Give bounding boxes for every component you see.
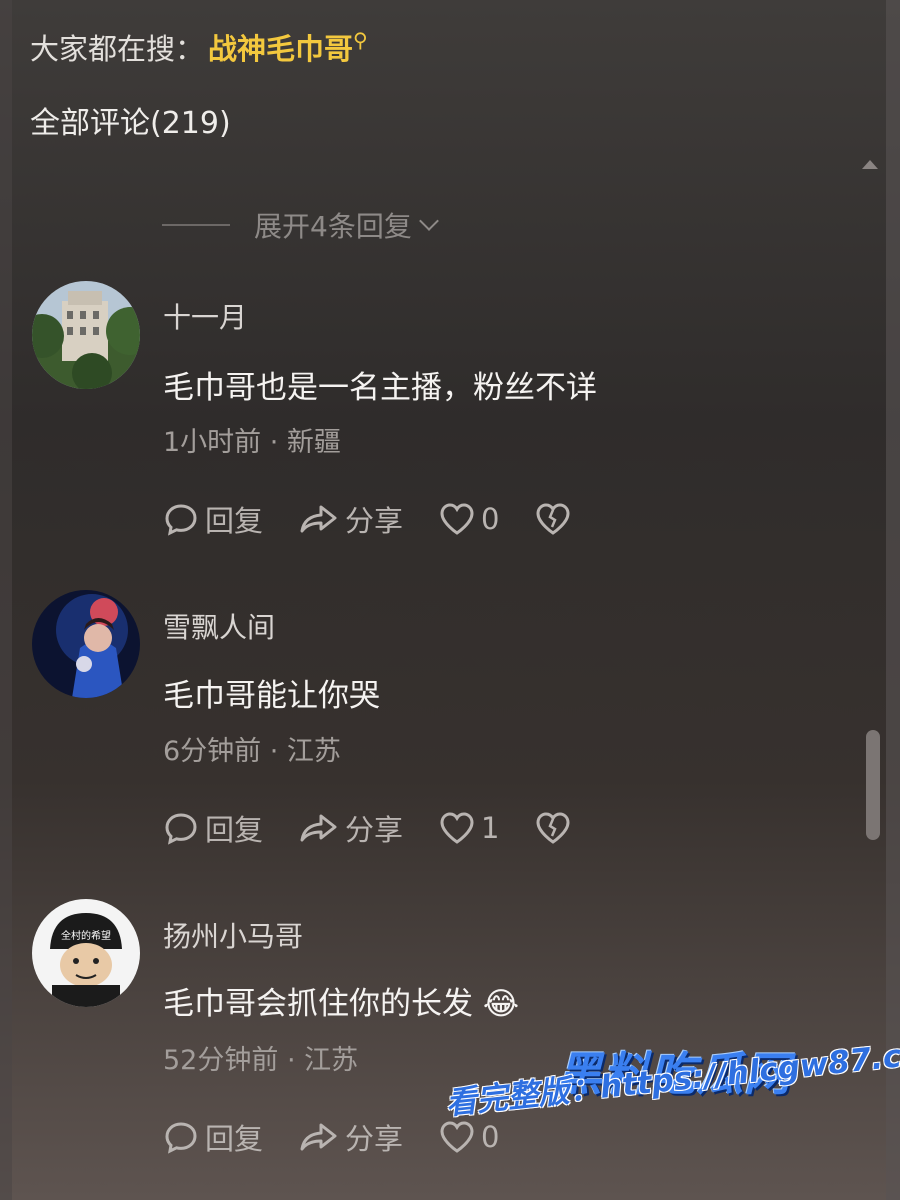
heart-icon — [440, 812, 474, 844]
scroll-up-arrow-icon[interactable] — [862, 160, 878, 169]
share-arrow-icon — [300, 1123, 337, 1151]
right-edge — [886, 0, 900, 1200]
reply-label: 回复 — [205, 1122, 264, 1156]
like-button[interactable]: 0 — [439, 1120, 499, 1154]
comment-meta: 1小时前 · 新疆 — [163, 427, 341, 458]
reply-button[interactable]: 回复 — [163, 498, 263, 540]
avatar[interactable] — [32, 590, 140, 698]
avatar-badge: 全村的希望 — [61, 929, 111, 942]
comment-actions: 回复 分享 0 — [163, 498, 613, 540]
share-button[interactable]: 分享 — [299, 807, 403, 849]
hot-search-keyword[interactable]: 战神毛巾哥 — [208, 32, 353, 66]
share-button[interactable]: 分享 — [299, 1116, 403, 1158]
reply-label: 回复 — [205, 504, 264, 538]
reply-button[interactable]: 回复 — [163, 1116, 263, 1158]
like-button[interactable]: 1 — [439, 811, 499, 845]
share-label: 分享 — [345, 504, 404, 538]
comment-actions: 回复 分享 0 — [163, 1116, 535, 1158]
avatar[interactable]: 全村的希望 — [32, 899, 140, 1007]
reply-bubble-icon — [165, 504, 197, 536]
username[interactable]: 扬州小马哥 — [163, 915, 303, 955]
heart-icon — [440, 503, 474, 535]
like-count: 1 — [481, 811, 500, 845]
share-arrow-icon — [300, 505, 337, 533]
laughing-crying-emoji-icon: 😂 — [482, 986, 520, 1022]
comment-text: 毛巾哥能让你哭 — [163, 678, 380, 714]
divider-line — [162, 224, 230, 226]
avatar[interactable] — [32, 281, 140, 389]
broken-heart-icon — [536, 812, 570, 844]
username[interactable]: 十一月 — [163, 296, 247, 336]
share-arrow-icon — [300, 814, 337, 842]
reply-label: 回复 — [205, 813, 264, 847]
comment-meta: 6分钟前 · 江苏 — [163, 736, 341, 767]
share-button[interactable]: 分享 — [299, 498, 403, 540]
comment-text: 毛巾哥也是一名主播，粉丝不详 — [163, 370, 597, 406]
reply-button[interactable]: 回复 — [163, 807, 263, 849]
comment-meta: 52分钟前 · 江苏 — [163, 1045, 359, 1076]
chevron-down-icon — [418, 211, 439, 231]
dislike-button[interactable] — [535, 811, 577, 845]
expand-replies-label: 展开4条回复 — [254, 210, 412, 243]
comment-text-body: 毛巾哥会抓住你的长发 — [163, 986, 473, 1022]
reply-bubble-icon — [165, 1122, 197, 1154]
comments-count-header: 全部评论(219) — [30, 106, 231, 141]
scrollbar-thumb[interactable] — [866, 730, 880, 840]
heart-icon — [440, 1121, 474, 1153]
reply-bubble-icon — [165, 813, 197, 845]
comment-actions: 回复 分享 1 — [163, 807, 613, 849]
share-label: 分享 — [345, 1122, 404, 1156]
like-count: 0 — [481, 502, 500, 536]
share-label: 分享 — [345, 813, 404, 847]
left-edge — [0, 0, 12, 1200]
hot-search-prefix: 大家都在搜： — [30, 32, 205, 66]
broken-heart-icon — [536, 503, 570, 535]
expand-replies-button[interactable]: 展开4条回复 — [162, 205, 439, 245]
username[interactable]: 雪飘人间 — [163, 606, 275, 646]
like-button[interactable]: 0 — [439, 502, 499, 536]
comment-text: 毛巾哥会抓住你的长发 😂 — [163, 978, 519, 1023]
hot-search-bar[interactable]: 大家都在搜： 战神毛巾哥⚲ — [30, 26, 368, 68]
like-count: 0 — [481, 1120, 500, 1154]
dislike-button[interactable] — [535, 502, 577, 536]
search-icon[interactable]: ⚲ — [353, 28, 368, 52]
